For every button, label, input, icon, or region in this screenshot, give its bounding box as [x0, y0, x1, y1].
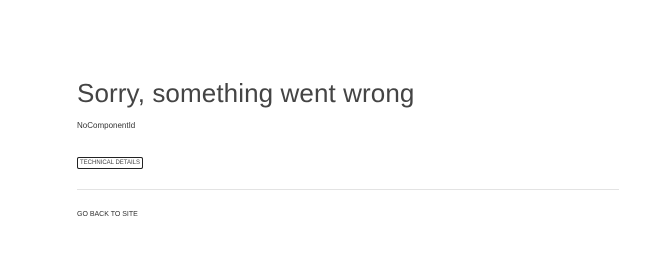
error-page: Sorry, something went wrong NoComponentI…: [77, 0, 620, 270]
technical-details-button[interactable]: TECHNICAL DETAILS: [77, 157, 144, 169]
error-code: NoComponentId: [77, 121, 136, 130]
go-back-to-site-link[interactable]: GO BACK TO SITE: [77, 211, 138, 218]
error-title: Sorry, something went wrong: [77, 78, 415, 108]
divider: [77, 189, 619, 190]
